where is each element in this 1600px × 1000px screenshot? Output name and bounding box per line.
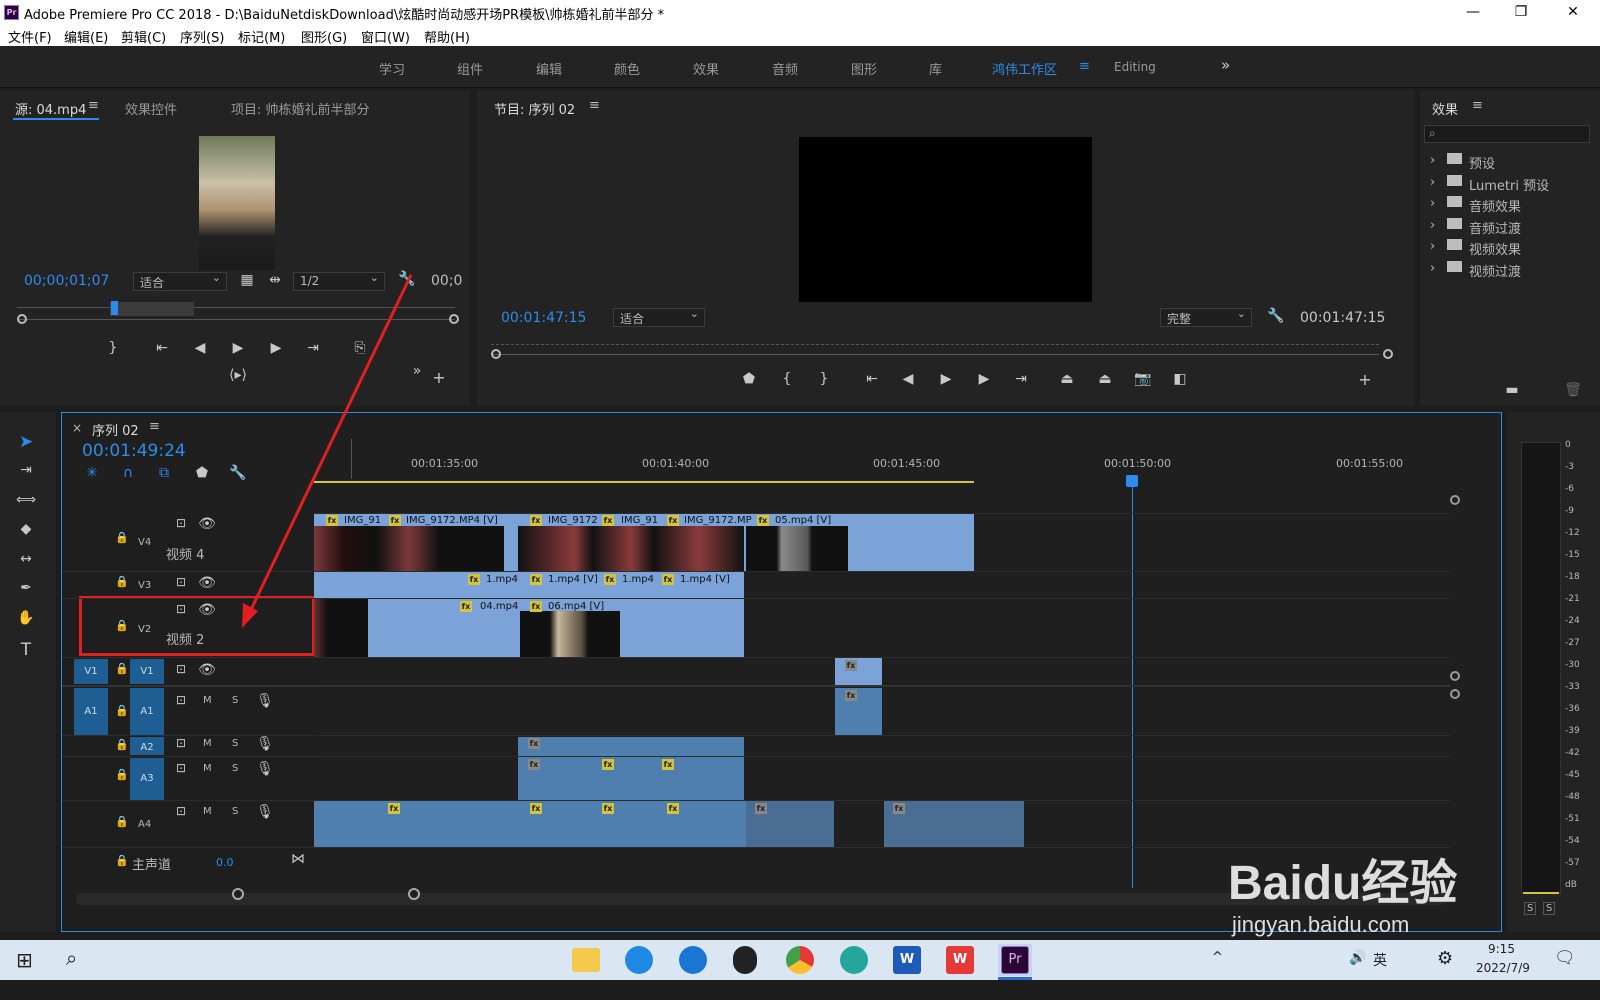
settings-gear-icon[interactable]: ⚙ bbox=[1437, 948, 1453, 969]
clock-date[interactable]: 2022/7/9 bbox=[1476, 961, 1530, 975]
meter-scale-label: -6 bbox=[1565, 484, 1574, 494]
meter-scale-label: 0 bbox=[1565, 440, 1571, 450]
meter-scale-label: -42 bbox=[1565, 748, 1580, 758]
notification-icon[interactable]: 🗨 bbox=[1554, 948, 1576, 968]
tray-up-icon[interactable]: ^ bbox=[1212, 950, 1223, 965]
premiere-taskbar-icon[interactable]: Pr bbox=[1001, 946, 1029, 974]
watermark-brand: Baidu经验 bbox=[1228, 857, 1458, 910]
clock-time[interactable]: 9:15 bbox=[1488, 942, 1515, 956]
meter-scale-label: -57 bbox=[1565, 858, 1580, 868]
meter-scale-label: -21 bbox=[1565, 594, 1580, 604]
meter-scale-label: dB bbox=[1565, 880, 1577, 890]
audio-meter-bars bbox=[1521, 442, 1561, 894]
ie-browser-icon[interactable] bbox=[625, 946, 653, 974]
meter-scale-label: -45 bbox=[1565, 770, 1580, 780]
meter-scale-label: -33 bbox=[1565, 682, 1580, 692]
meter-scale-label: -36 bbox=[1565, 704, 1580, 714]
meter-scale-label: -51 bbox=[1565, 814, 1580, 824]
meter-scale-label: -15 bbox=[1565, 550, 1580, 560]
search-icon[interactable]: ⌕ bbox=[66, 946, 77, 970]
meter-level bbox=[1523, 892, 1559, 894]
meter-scale-label: -27 bbox=[1565, 638, 1580, 648]
chrome-icon[interactable] bbox=[786, 946, 814, 974]
word-icon[interactable]: W bbox=[893, 946, 921, 974]
meter-scale-label: -30 bbox=[1565, 660, 1580, 670]
edge-icon[interactable] bbox=[840, 946, 868, 974]
taskbar: ⊞ ⌕ W W Pr ^ 🔊 英 ⚙ 9:15 2022/7/9 🗨 bbox=[0, 940, 1600, 980]
solo-right-button[interactable]: S bbox=[1543, 902, 1556, 915]
meter-scale: 0 -3 -6 -9 -12 -15 -18 -21 -24 -27 -30 -33 -36 -39 -42… bbox=[1565, 440, 1595, 890]
solo-left-button[interactable]: S bbox=[1524, 902, 1537, 915]
meter-scale-label: -48 bbox=[1565, 792, 1580, 802]
meter-scale-label: -54 bbox=[1565, 836, 1580, 846]
meter-scale-label: -24 bbox=[1565, 616, 1580, 626]
meter-scale-label: -18 bbox=[1565, 572, 1580, 582]
windows-start-icon[interactable]: ⊞ bbox=[16, 948, 33, 972]
meter-scale-label: -12 bbox=[1565, 528, 1580, 538]
wps-icon[interactable]: W bbox=[946, 946, 974, 974]
meter-scale-label: -39 bbox=[1565, 726, 1580, 736]
volume-icon[interactable]: 🔊 bbox=[1349, 950, 1366, 966]
active-app-indicator bbox=[998, 977, 1032, 980]
file-explorer-icon[interactable] bbox=[572, 948, 600, 972]
qq-icon[interactable] bbox=[733, 946, 757, 974]
watermark-url: jingyan.baidu.com bbox=[1232, 912, 1410, 937]
browser-icon[interactable] bbox=[679, 946, 707, 974]
meter-scale-label: -9 bbox=[1565, 506, 1574, 516]
meter-scale-label: -3 bbox=[1565, 462, 1574, 472]
ime-indicator[interactable]: 英 bbox=[1373, 950, 1387, 970]
audio-meter-panel: 0 -3 -6 -9 -12 -15 -18 -21 -24 -27 -30 -33 -36 -39 -42… bbox=[1507, 412, 1600, 932]
